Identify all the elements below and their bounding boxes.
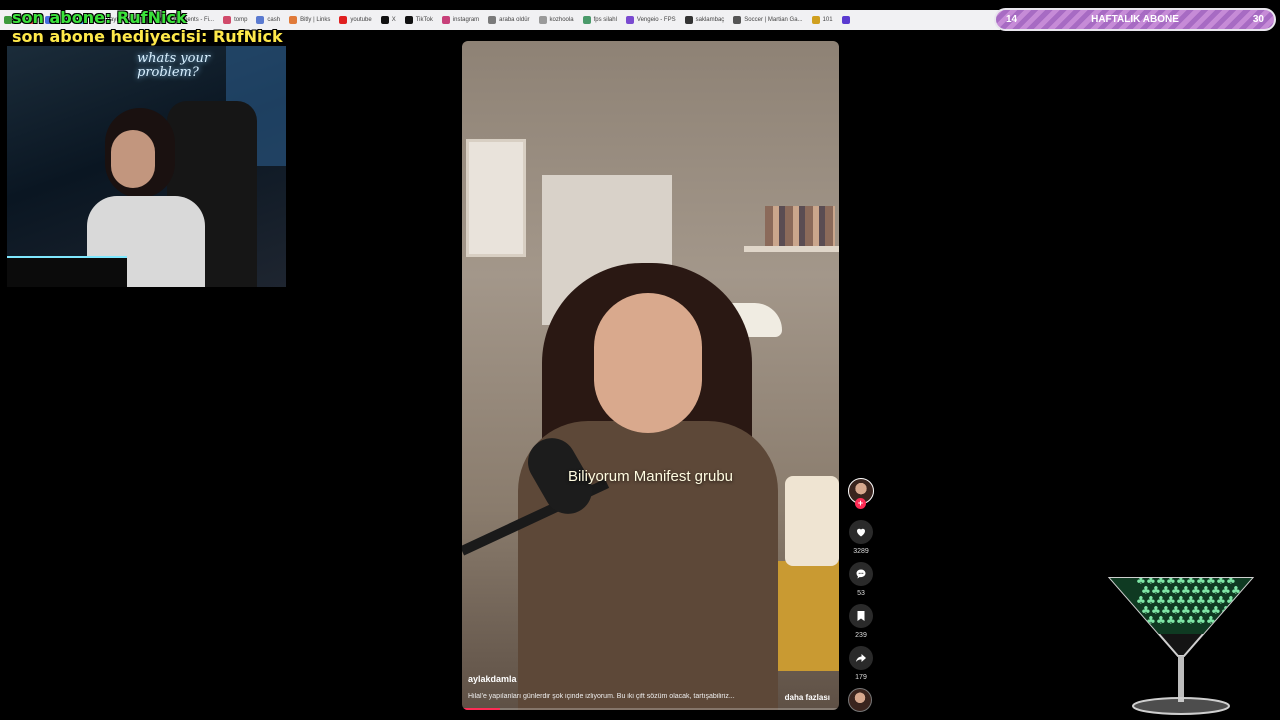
neon-sign: whats your problem? (137, 51, 211, 80)
clover-icon: ♣ (1226, 614, 1236, 627)
more-button[interactable]: daha fazlası (785, 693, 830, 702)
bookmark-favicon-icon (289, 16, 298, 24)
bookmark-label: tomp (234, 17, 248, 23)
bookmark-label: fps silahl (593, 17, 617, 23)
speaker-face (594, 293, 702, 433)
bookmark-item[interactable]: fps silahl (582, 16, 617, 24)
bookmark-favicon-icon (811, 16, 820, 24)
streamer-face (111, 130, 155, 188)
last-subscriber-label: son abone: RufNick (12, 8, 187, 27)
bookmark-item[interactable]: instagram (441, 16, 480, 24)
bookmark-label: X (391, 17, 396, 23)
bookmark-favicon-icon (339, 16, 348, 24)
weekly-sub-label: HAFTALIK ABONE (1091, 14, 1179, 25)
desk (7, 256, 127, 287)
bookmark-favicon-icon (441, 16, 450, 24)
bookmark-favicon-icon (380, 16, 389, 24)
bookmark-item[interactable]: TikTok (404, 16, 433, 24)
bookmark-item[interactable]: cash (256, 16, 280, 24)
bookmark-label: cash (267, 17, 281, 23)
sound-avatar[interactable] (848, 688, 872, 712)
bookmark-favicon-icon (841, 16, 850, 24)
share-button[interactable] (849, 646, 873, 670)
bookmark-item[interactable]: 101 (811, 16, 833, 24)
bookmark-favicon-icon (733, 16, 742, 24)
bookmark-favicon-icon (582, 16, 591, 24)
bookmark-favicon-icon (625, 16, 634, 24)
glass-base (1132, 697, 1230, 715)
video-description: Hilal'e yapılanları günlerdir şok içinde… (468, 693, 735, 700)
save-count: 239 (855, 632, 867, 639)
bookmark-favicon-icon (538, 16, 547, 24)
glass-stem (1178, 656, 1184, 702)
bookmark-favicon-icon (4, 16, 12, 24)
comment-count: 53 (857, 590, 865, 597)
weekly-sub-goal: 30 (1252, 14, 1264, 25)
bookmark-favicon-icon (684, 16, 693, 24)
clover-icon: ♣ (1186, 614, 1196, 627)
bookmark-favicon-icon (404, 16, 413, 24)
share-count: 179 (855, 674, 867, 681)
bookmark-favicon-icon (488, 16, 497, 24)
bookshelf-books (765, 206, 835, 246)
share-icon (856, 654, 866, 662)
weekly-sub-current: 14 (1006, 14, 1018, 25)
clover-icon: ♣ (1206, 614, 1216, 627)
comment-button[interactable] (849, 562, 873, 586)
bookmark-item[interactable]: tomp (223, 16, 247, 24)
bookmark-item[interactable]: Soccer | Martian Ga... (733, 16, 803, 24)
save-button[interactable] (849, 604, 873, 628)
video-player[interactable]: Biliyorum Manifest grubu aylakdamla Hila… (462, 41, 839, 710)
video-caption: Biliyorum Manifest grubu (567, 468, 734, 485)
clover-icon: ♣ (1231, 604, 1241, 617)
like-button[interactable] (849, 520, 873, 544)
bookmark-item[interactable]: Bitly | Links (289, 16, 330, 24)
bookmark-label: Bitly | Links (300, 17, 331, 23)
bookmark-item[interactable]: kozhoola (538, 16, 574, 24)
pillow (785, 476, 839, 566)
bookmark-label: kozhoola (549, 17, 574, 23)
bookmark-label: 101 (822, 17, 833, 23)
bookmark-label: youtube (350, 17, 372, 23)
clover-icon: ♣ (1136, 614, 1146, 627)
bookmark-label: Vengeio - FPS (636, 17, 676, 23)
follow-plus-icon[interactable]: + (855, 498, 866, 509)
clover-icon: ♣ (1196, 614, 1206, 627)
comment-icon (856, 569, 866, 579)
weekly-sub-goal-bar: 14 HAFTALIK ABONE 30 (994, 8, 1276, 31)
martini-glass-icon: ♣ ♣ ♣ ♣ ♣ ♣ ♣ ♣ ♣ ♣♣ ♣ ♣ ♣ ♣ ♣ ♣ ♣ ♣ ♣♣ ♣ ♣ ♣ ♣ ♣ ♣ ♣ ♣ ♣♣ ♣ ♣ ♣ ♣ ♣ ♣ ♣ ♣ ♣… (1107, 577, 1255, 715)
clover-icon: ♣ (1221, 604, 1231, 617)
bookmark-item[interactable]: araba oldür (488, 16, 530, 24)
bookmark-item[interactable]: X (380, 16, 396, 24)
bookmark-item[interactable]: saklambaç (684, 16, 725, 24)
bookmark-label: saklambaç (695, 17, 725, 23)
clover-icon: ♣ (1176, 614, 1186, 627)
clover-icon: ♣ (1156, 614, 1166, 627)
bookmark-favicon-icon (223, 16, 232, 24)
last-gifter-label: son abone hediyecisi: RufNick (12, 27, 283, 46)
bookmark-label: TikTok (415, 17, 433, 23)
glass-filling: ♣ ♣ ♣ ♣ ♣ ♣ ♣ ♣ ♣ ♣♣ ♣ ♣ ♣ ♣ ♣ ♣ ♣ ♣ ♣♣ ♣ ♣ ♣ ♣ ♣ ♣ ♣ ♣ ♣♣ ♣ ♣ ♣ ♣ ♣ ♣ ♣ ♣ ♣… (1110, 578, 1252, 634)
bookmark-label: Soccer | Martian Ga... (744, 17, 803, 23)
heart-icon (857, 528, 865, 537)
bookmark-label: araba oldür (499, 17, 530, 23)
webcam-feed: whats your problem? (7, 46, 286, 287)
clover-icon: ♣ (1166, 614, 1176, 627)
bookmark-icon (857, 611, 865, 621)
bookmark-item[interactable]: youtube (339, 16, 372, 24)
bookmark-label: instagram (452, 17, 480, 23)
video-progress-fill (462, 708, 500, 710)
like-count: 3289 (853, 548, 869, 555)
wall-shelf (744, 246, 839, 252)
video-author[interactable]: aylakdamla (468, 674, 517, 684)
bookmark-item[interactable]: Vengeio - FPS (625, 16, 676, 24)
clover-icon: ♣ (1216, 614, 1226, 627)
bookmark-item[interactable] (841, 16, 850, 24)
wall-frame (466, 139, 526, 257)
video-progress-track[interactable] (462, 708, 839, 710)
bookmark-favicon-icon (256, 16, 265, 24)
